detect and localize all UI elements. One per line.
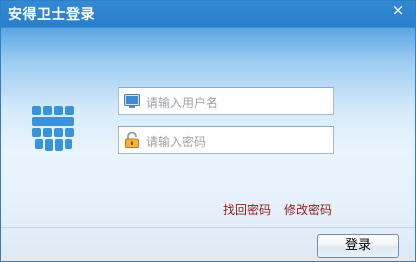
password-field[interactable]: 请输入密码 xyxy=(118,126,334,154)
username-placeholder: 请输入用户名 xyxy=(146,96,219,110)
login-window: 安得卫士登录 × 请输入用户名 请输入密码 找回密码 修改密码 登录 xyxy=(0,0,416,262)
login-button[interactable]: 登录 xyxy=(317,234,399,258)
window-title: 安得卫士登录 xyxy=(8,7,95,23)
close-icon[interactable]: × xyxy=(389,1,407,19)
password-placeholder: 请输入密码 xyxy=(146,135,207,149)
title-bar[interactable]: 安得卫士登录 × xyxy=(1,1,415,27)
footer-divider xyxy=(1,227,415,228)
username-field[interactable]: 请输入用户名 xyxy=(118,87,334,115)
recover-password-link[interactable]: 找回密码 xyxy=(223,201,271,218)
change-password-link[interactable]: 修改密码 xyxy=(284,201,332,218)
app-logo-icon xyxy=(32,106,76,152)
monitor-icon xyxy=(124,93,140,109)
lock-icon xyxy=(124,131,140,148)
